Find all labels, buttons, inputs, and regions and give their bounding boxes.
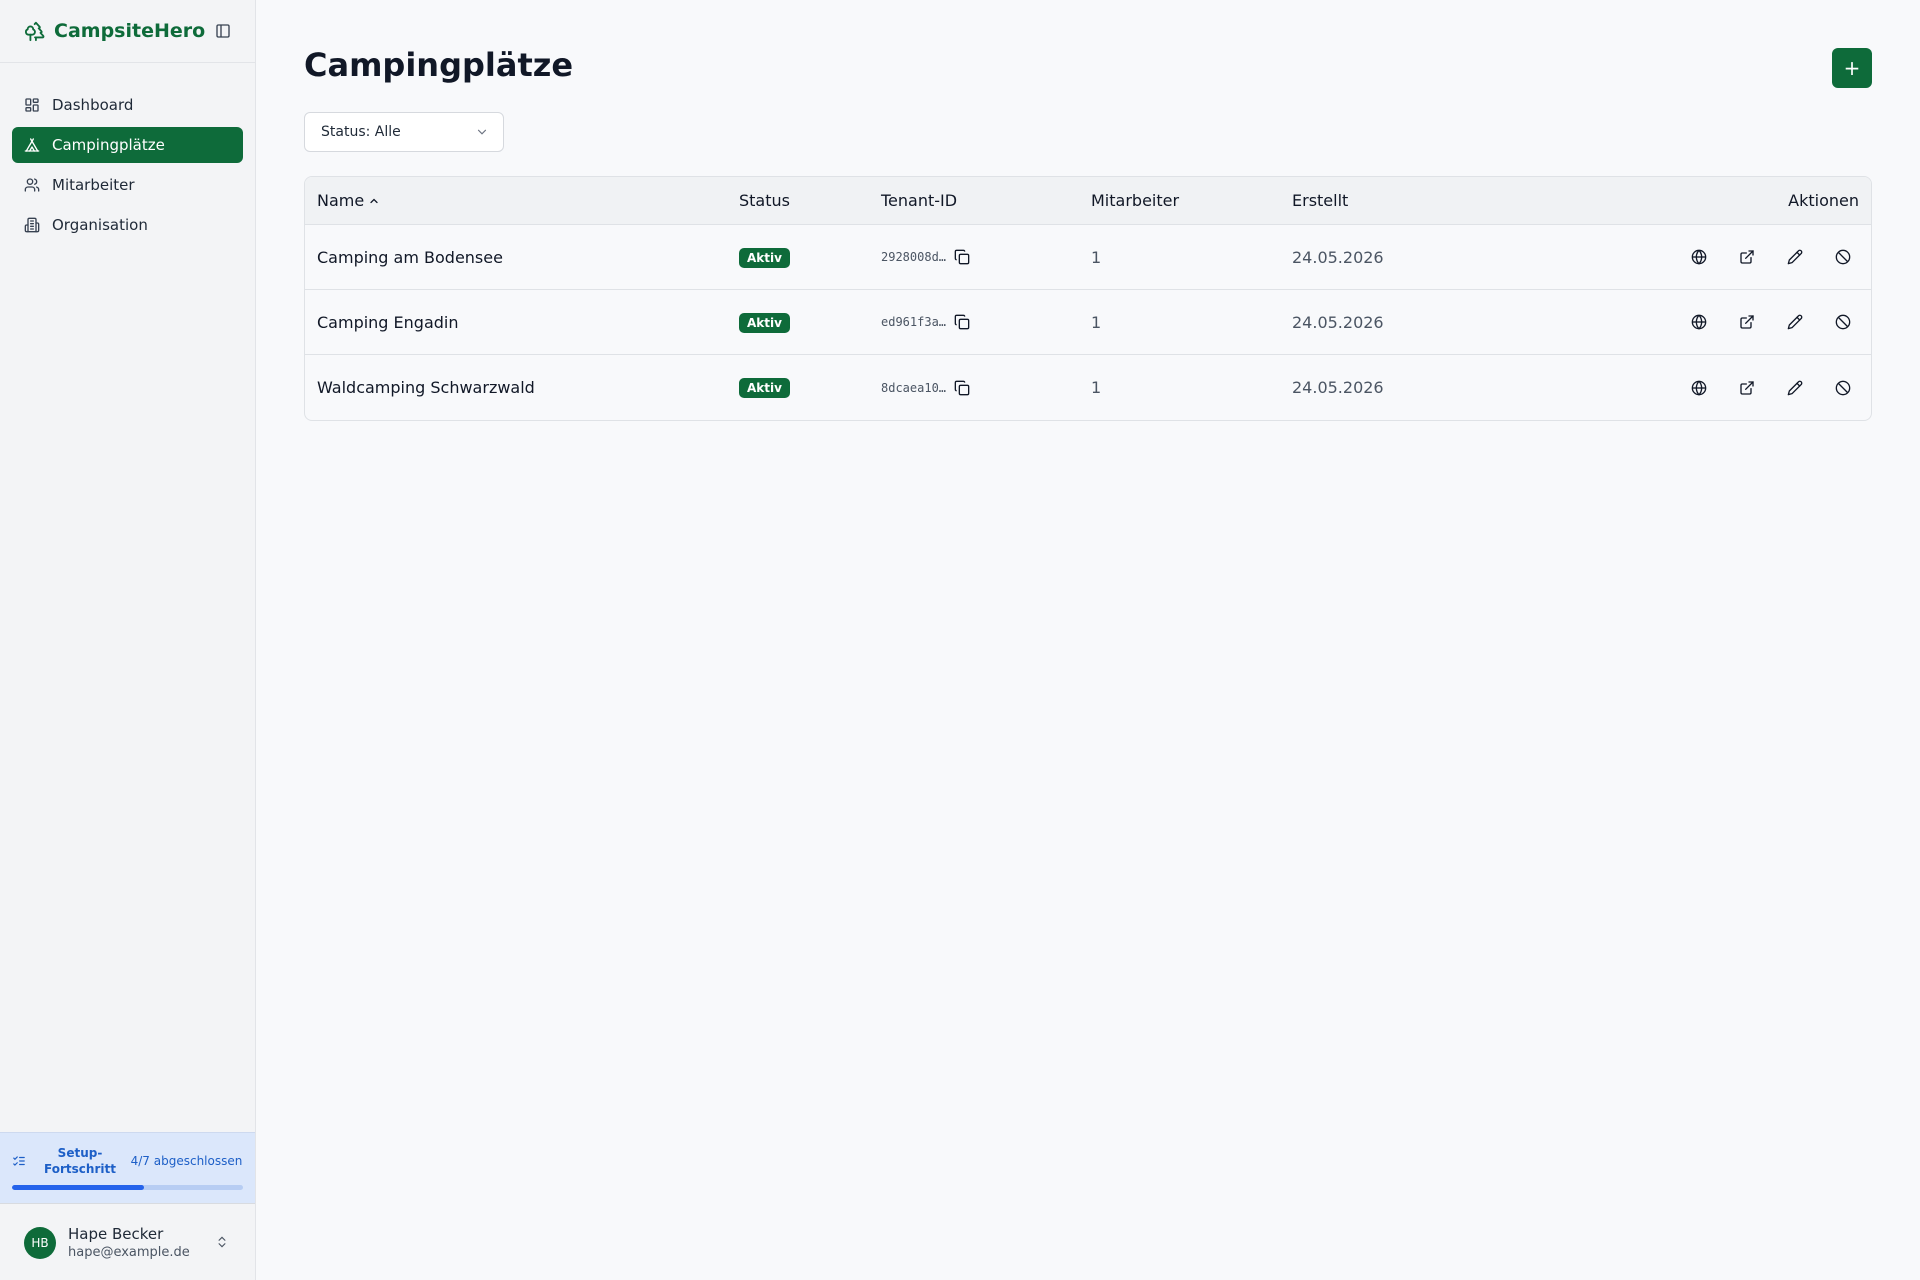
external-link-icon[interactable] [1731,241,1763,273]
chevron-down-icon [475,125,489,139]
column-header-actions: Aktionen [1788,191,1859,210]
chevrons-up-down-icon [215,1235,229,1249]
ban-icon[interactable] [1827,241,1859,273]
external-link-icon[interactable] [1731,372,1763,404]
tenant-id: ed961f3a… [881,315,947,329]
add-campsite-button[interactable]: + [1832,48,1872,88]
campsite-name: Waldcamping Schwarzwald [317,378,535,397]
column-header-created: Erstellt [1292,191,1349,210]
created-date: 24.05.2026 [1292,378,1384,397]
sidebar-item-label: Organisation [52,216,148,234]
tent-icon [24,137,40,153]
sidebar-item-label: Dashboard [52,96,134,114]
dashboard-icon [24,97,40,113]
building-icon [24,217,40,233]
staff-count: 1 [1091,247,1102,267]
globe-icon[interactable] [1683,241,1715,273]
page-title: Campingplätze [304,46,574,84]
users-icon [24,177,40,193]
ban-icon[interactable] [1827,306,1859,338]
pencil-icon[interactable] [1779,306,1811,338]
ban-icon[interactable] [1827,372,1859,404]
sidebar-item-label: Mitarbeiter [52,176,135,194]
sidebar-item-dashboard[interactable]: Dashboard [12,87,243,123]
campsite-name: Camping Engadin [317,312,459,332]
sidebar-item-organisation[interactable]: Organisation [12,207,243,243]
user-name: Hape Becker [68,1224,164,1243]
staff-count: 1 [1091,378,1102,397]
globe-icon[interactable] [1683,306,1715,338]
setup-progress-panel[interactable]: Setup-Fortschritt 4/7 abgeschlossen [0,1132,255,1204]
column-header-staff: Mitarbeiter [1091,191,1180,210]
user-email: hape@example.de [68,1244,190,1260]
table-row: Waldcamping Schwarzwald Aktiv 8dcaea10… … [305,355,1871,420]
sort-ascending-icon [368,195,380,207]
column-header-status: Status [739,191,790,210]
sidebar-item-mitarbeiter[interactable]: Mitarbeiter [12,167,243,203]
sidebar-nav: Dashboard Campingplätze Mitarbeiter Orga… [0,63,255,243]
checklist-icon [12,1154,26,1168]
copy-icon[interactable] [954,380,970,396]
table-row: Camping am Bodensee Aktiv 2928008d… 1 24… [305,225,1871,290]
user-menu[interactable]: HB Hape Becker hape@example.de [0,1205,255,1280]
status-badge: Aktiv [739,247,790,268]
sidebar: CampsiteHero Dashboard Campingplätze Mit… [0,0,256,1280]
setup-progress-bar [12,1185,243,1190]
pencil-icon[interactable] [1779,241,1811,273]
copy-icon[interactable] [954,249,970,265]
status-badge: Aktiv [739,378,790,398]
brand: CampsiteHero [0,0,255,63]
setup-title: Setup-Fortschritt [44,1146,116,1176]
campsites-table: Name Status Tenant-ID Mitarbeiter Erstel… [304,176,1872,421]
tenant-id: 8dcaea10… [881,380,947,395]
tenant-id: 2928008d… [881,250,947,264]
pencil-icon[interactable] [1779,372,1811,404]
copy-icon[interactable] [954,314,970,330]
table-row: Camping Engadin Aktiv ed961f3a… 1 24.05.… [305,290,1871,355]
created-date: 24.05.2026 [1292,312,1384,332]
sidebar-toggle-icon[interactable] [215,23,231,39]
external-link-icon[interactable] [1731,306,1763,338]
status-badge: Aktiv [739,312,790,333]
avatar: HB [24,1226,56,1259]
sidebar-item-campingplaetze[interactable]: Campingplätze [12,127,243,163]
sidebar-item-label: Campingplätze [52,136,165,154]
column-header-name[interactable]: Name [305,191,739,210]
setup-count: 4/7 abgeschlossen [130,1154,243,1168]
table-header: Name Status Tenant-ID Mitarbeiter Erstel… [305,177,1871,225]
status-filter-label: Status: Alle [321,124,401,140]
status-filter-select[interactable]: Status: Alle [304,112,504,152]
campsite-name: Camping am Bodensee [317,247,503,267]
staff-count: 1 [1091,312,1102,332]
created-date: 24.05.2026 [1292,247,1384,267]
app-name: CampsiteHero [54,20,206,42]
setup-progress-fill [12,1185,144,1190]
globe-icon[interactable] [1683,372,1715,404]
column-header-tenant: Tenant-ID [881,191,958,210]
trees-logo-icon [24,20,46,42]
